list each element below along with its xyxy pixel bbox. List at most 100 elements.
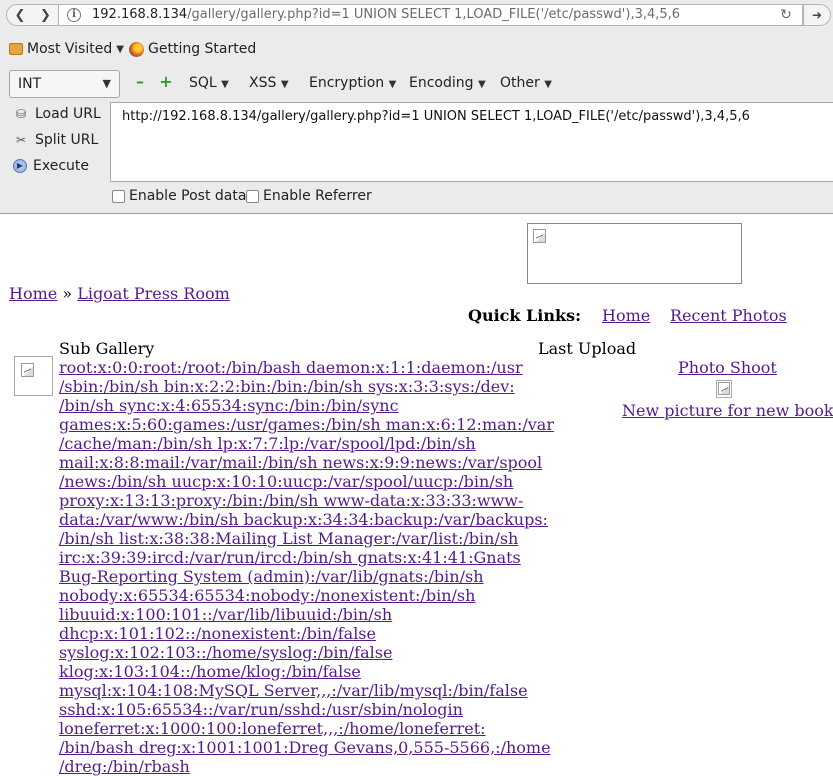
chevron-down-icon: ▼ [116,43,124,55]
menu-xss[interactable]: XSS ▼ [249,75,289,91]
passwd-line: loneferret:x:1000:100:loneferret,,,:/hom… [59,719,486,738]
passwd-line: /bin/bash dreg:x:1001:1001:Dreg Gevans,0… [59,738,551,757]
breadcrumb: Home » Ligoat Press Room [9,284,230,303]
passwd-line: /sbin:/bin/sh bin:x:2:2:bin:/bin:/bin/sh… [59,377,515,396]
menu-label: Other [500,75,540,91]
page-content: Home » Ligoat Press Room Quick Links: Ho… [0,213,833,776]
chevron-down-icon: ▼ [102,77,111,90]
forward-button[interactable]: ❯ [33,4,59,26]
passwd-line: root:x:0:0:root:/root:/bin/bash daemon:x… [59,358,523,377]
reload-icon: ↻ [780,7,792,23]
hackbar-actions: ⛁ Load URL ✂ Split URL ▶ Execute [0,102,110,182]
bookmark-most-visited[interactable]: Most Visited ▼ [9,41,124,57]
menu-label: Encryption [309,75,385,91]
passwd-line: syslog:x:102:103::/home/syslog:/bin/fals… [59,643,393,662]
checkbox-box[interactable] [246,189,259,203]
last-upload-title: Last Upload [538,339,637,358]
last-upload-thumbnail[interactable] [716,380,732,398]
bookmark-folder-icon [9,43,23,55]
passwd-line: mysql:x:104:108:MySQL Server,,,:/var/lib… [59,681,528,700]
url-bar[interactable]: i 192.168.8.134/gallery/gallery.php?id=1… [59,4,803,26]
passwd-line: data:/var/www:/bin/sh backup:x:34:34:bac… [59,510,548,529]
enable-referrer-checkbox[interactable]: Enable Referrer [246,188,372,204]
passwd-line: /bin/sh sync:x:4:65534:sync:/bin:/bin/sy… [59,396,399,415]
hackbar-url-value: http://192.168.8.134/gallery/gallery.php… [122,109,750,124]
chevron-down-icon: ▼ [221,79,229,90]
execute-button[interactable]: ▶ Execute [13,158,89,174]
url-text[interactable]: 192.168.8.134/gallery/gallery.php?id=1 U… [92,5,680,25]
go-button[interactable]: ➜ [803,4,831,26]
passwd-line: /dreg:/bin/rbash [59,757,190,776]
action-label: Execute [33,158,89,174]
checkbox-label: Enable Referrer [263,188,372,204]
site-info-icon[interactable]: i [67,8,81,22]
type-select-value: INT [18,76,42,92]
bookmarks-toolbar: Most Visited ▼ Getting Started [0,36,833,64]
passwd-line: Bug-Reporting System (admin):/var/lib/gn… [59,567,484,586]
passwd-line: nobody:x:65534:65534:nobody:/nonexistent… [59,586,476,605]
load-url-icon: ⛁ [15,107,27,121]
chevron-down-icon: ▼ [388,79,397,90]
passwd-line: libuuid:x:100:101::/var/lib/libuuid:/bin… [59,605,393,624]
action-label: Load URL [35,106,101,122]
breadcrumb-home-link[interactable]: Home [9,284,57,303]
breadcrumb-separator: » [62,284,73,303]
menu-label: XSS [249,75,277,91]
type-select[interactable]: INT ▼ [9,70,120,98]
checkbox-box[interactable] [112,189,125,203]
forward-arrow-icon: ❯ [40,7,51,23]
passwd-line: klog:x:103:104::/home/klog:/bin/false [59,662,361,681]
passwd-line: games:x:5:60:games:/usr/games:/bin/sh ma… [59,415,554,434]
passwd-line: /bin/sh list:x:38:38:Mailing List Manage… [59,529,519,548]
reload-button[interactable]: ↻ [771,4,801,26]
url-path: /gallery/gallery.php?id=1 UNION SELECT 1… [187,7,681,22]
hackbar-url-textarea[interactable]: http://192.168.8.134/gallery/gallery.php… [110,102,833,182]
chevron-down-icon: ▼ [544,79,552,90]
breadcrumb-current-link[interactable]: Ligoat Press Room [77,284,230,303]
bookmark-getting-started[interactable]: Getting Started [129,41,256,57]
split-url-button[interactable]: ✂ Split URL [13,132,98,148]
photo-shoot-link[interactable]: Photo Shoot [678,358,777,377]
passwd-line: /cache/man:/bin/sh lp:x:7:7:lp:/var/spoo… [59,434,476,453]
new-picture-link[interactable]: New picture for new book [622,401,833,420]
passwd-line: mail:x:8:8:mail:/var/mail:/bin/sh news:x… [59,453,543,472]
minus-icon[interactable]: – [133,74,147,91]
back-arrow-icon: ❮ [14,7,26,23]
navigation-bar: ❮ ❯ i 192.168.8.134/gallery/gallery.php?… [0,0,833,30]
broken-image-icon [718,382,730,395]
menu-sql[interactable]: SQL ▼ [189,75,229,91]
checkbox-label: Enable Post data [129,188,247,204]
firefox-icon [129,41,144,57]
play-icon: ▶ [13,159,27,173]
chevron-down-icon: ▼ [280,79,289,90]
menu-encoding[interactable]: Encoding ▼ [409,75,486,91]
passwd-line: /news:/bin/sh uucp:x:10:10:uucp:/var/spo… [59,472,514,491]
sub-gallery-link[interactable]: root:x:0:0:root:/root:/bin/bash daemon:x… [59,358,554,776]
passwd-line: irc:x:39:39:ircd:/var/run/ircd:/bin/sh g… [59,548,521,567]
bookmark-label: Getting Started [148,41,257,57]
chevron-down-icon: ▼ [477,79,486,90]
passwd-line: proxy:x:13:13:proxy:/bin:/bin/sh www-dat… [59,491,524,510]
enable-post-checkbox[interactable]: Enable Post data [112,188,246,204]
url-host: 192.168.8.134 [92,7,188,22]
plus-icon[interactable]: + [159,74,173,91]
menu-encryption[interactable]: Encryption ▼ [309,75,396,91]
quick-link-home[interactable]: Home [602,306,650,325]
bookmark-label: Most Visited [27,41,113,57]
quick-link-recent-photos[interactable]: Recent Photos [670,306,787,325]
menu-label: Encoding [409,75,474,91]
go-arrow-icon: ➜ [811,8,823,22]
hackbar-toolbar: INT ▼ – + SQL ▼ XSS ▼ Encryption ▼ Encod… [0,69,833,99]
broken-image-icon [533,229,546,243]
load-url-button[interactable]: ⛁ Load URL [13,106,101,122]
scissors-icon: ✂ [15,133,27,147]
menu-label: SQL [189,75,217,91]
banner-image [527,223,742,284]
gallery-thumbnail[interactable] [14,356,53,396]
browser-chrome: ❮ ❯ i 192.168.8.134/gallery/gallery.php?… [0,0,833,213]
broken-image-icon [21,363,34,377]
passwd-line: dhcp:x:101:102::/nonexistent:/bin/false [59,624,376,643]
back-button[interactable]: ❮ [6,4,34,26]
passwd-line: sshd:x:105:65534::/var/run/sshd:/usr/sbi… [59,700,463,719]
menu-other[interactable]: Other ▼ [500,75,552,91]
